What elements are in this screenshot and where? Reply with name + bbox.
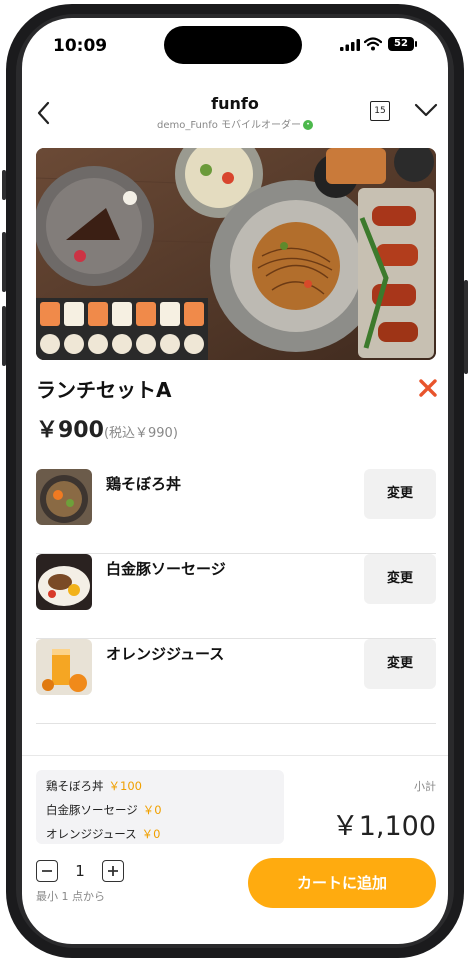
summary-line: 白金豚ソーセージ ￥0 (46, 802, 162, 818)
change-button[interactable]: 変更 (364, 639, 436, 689)
close-icon[interactable] (418, 378, 438, 398)
subtotal-label: 小計 (414, 780, 436, 793)
store-subtitle-text: demo_Funfo モバイルオーダー (156, 120, 302, 131)
item-price-value: ￥900 (36, 418, 104, 443)
food-photo-illustration (36, 148, 436, 360)
option-name: 鶏そぼろ丼 (106, 475, 182, 493)
option-row: オレンジジュース 変更 (36, 639, 436, 724)
summary-line-name: 鶏そぼろ丼 (46, 779, 104, 793)
footer-divider (22, 755, 448, 756)
option-row: 鶏そぼろ丼 変更 (36, 469, 436, 554)
option-row: 白金豚ソーセージ 変更 (36, 554, 436, 639)
change-button[interactable]: 変更 (364, 554, 436, 604)
summary-line-price: ￥0 (141, 827, 161, 841)
change-button[interactable]: 変更 (364, 469, 436, 519)
option-name: オレンジジュース (106, 645, 225, 663)
wifi-icon (364, 37, 382, 51)
option-thumbnail (36, 639, 92, 695)
summary-line-price: ￥100 (108, 779, 142, 793)
calendar-icon[interactable]: 15 (370, 101, 390, 121)
side-button-power (464, 280, 468, 374)
option-thumbnail (36, 469, 92, 525)
app-screen: 10:09 52 funfo demo_Funfo モバイルオーダー• 15 (22, 18, 448, 944)
minus-button[interactable] (36, 860, 58, 882)
summary-line-name: オレンジジュース (46, 827, 137, 841)
item-price: ￥900(税込￥990) (36, 412, 178, 444)
option-thumbnail (36, 554, 92, 610)
app-header: funfo demo_Funfo モバイルオーダー • 15 (22, 74, 448, 138)
subtotal-value: ￥1,100 (331, 811, 436, 842)
plus-button[interactable] (102, 860, 124, 882)
status-bar: 10:09 52 (22, 18, 448, 74)
min-quantity-note: 最小 1 点から (36, 890, 105, 903)
add-to-cart-button[interactable]: カートに追加 (248, 858, 436, 908)
battery-icon: 52 (388, 37, 417, 51)
side-button-volume-up (2, 232, 6, 292)
chevron-down-icon[interactable] (414, 101, 438, 119)
summary-line: 鶏そぼろ丼 ￥100 (46, 778, 142, 794)
summary-line: オレンジジュース ￥0 (46, 826, 160, 842)
quantity-value: 1 (75, 862, 85, 880)
summary-line-price: ￥0 (142, 803, 162, 817)
item-title: ランチセットA (36, 378, 172, 402)
side-button-volume-down (2, 306, 6, 366)
cellular-signal-icon (340, 39, 360, 51)
summary-line-name: 白金豚ソーセージ (46, 803, 138, 817)
item-price-tax: (税込￥990) (103, 426, 178, 441)
item-photo (36, 148, 436, 360)
selection-summary: 鶏そぼろ丼 ￥100 白金豚ソーセージ ￥0 オレンジジュース ￥0 (36, 770, 284, 844)
side-button-action (2, 170, 6, 200)
line-badge-icon: • (303, 120, 314, 130)
quantity-stepper: 1 (36, 860, 126, 884)
option-name: 白金豚ソーセージ (106, 560, 226, 578)
status-time: 10:09 (53, 36, 108, 56)
dynamic-island (164, 26, 302, 64)
